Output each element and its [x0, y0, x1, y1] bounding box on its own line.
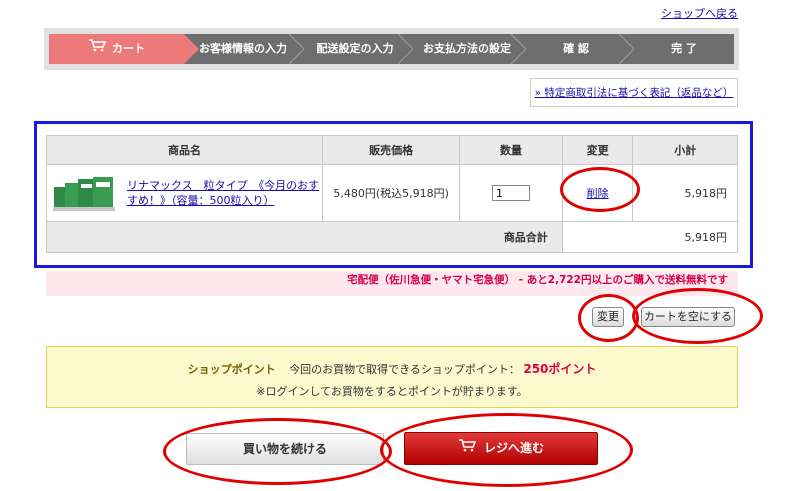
step-customer-info: お客様情報の入力 — [199, 42, 287, 55]
points-value: 250ポイント — [523, 362, 597, 376]
update-button[interactable]: 変更 — [592, 307, 624, 327]
shipping-notice: 宅配便（佐川急便・ヤマト宅急便） - あと2,722円以上のご購入で送料無料です — [46, 271, 738, 296]
tokusho-link[interactable]: » 特定商取引法に基づく表記（返品など） — [535, 87, 734, 99]
chevron-right-icon — [619, 34, 634, 64]
continue-shopping-button[interactable]: 買い物を続ける — [186, 433, 384, 465]
points-text: 今回のお買物で取得できるショップポイント： — [289, 363, 520, 376]
checkout-label: レジへ進む — [483, 441, 544, 455]
continue-shopping-label: 買い物を続ける — [242, 442, 327, 456]
step-cart: カート — [49, 34, 184, 64]
empty-cart-button[interactable]: カートを空にする — [641, 307, 735, 327]
annotation-blue-box — [34, 121, 753, 268]
step-label: カート — [112, 42, 145, 55]
cart-icon — [458, 433, 477, 464]
cart-icon — [88, 34, 107, 64]
points-label: ショップポイント — [187, 363, 276, 376]
shop-points-box: ショップポイント 今回のお買物で取得できるショップポイント： 250ポイント ※… — [46, 346, 738, 408]
step-payment-method: お支払方法の設定 — [423, 42, 511, 55]
checkout-button[interactable]: レジへ進む — [404, 432, 598, 465]
back-to-shop-link[interactable]: ショップへ戻る — [661, 5, 738, 21]
step-shipping-settings: 配送設定の入力 — [316, 42, 394, 55]
chevron-right-icon — [511, 34, 526, 64]
step-complete: 完 了 — [671, 42, 697, 55]
tokusho-box: » 特定商取引法に基づく表記（返品など） — [530, 78, 738, 107]
checkout-steps: カート お客様情報の入力 配送設定の入力 お支払方法の設定 確 認 完 了 — [44, 28, 739, 70]
points-note: ※ログインしてお買物をするとポイントが貯まります。 — [256, 385, 528, 398]
step-confirm: 確 認 — [563, 42, 589, 55]
